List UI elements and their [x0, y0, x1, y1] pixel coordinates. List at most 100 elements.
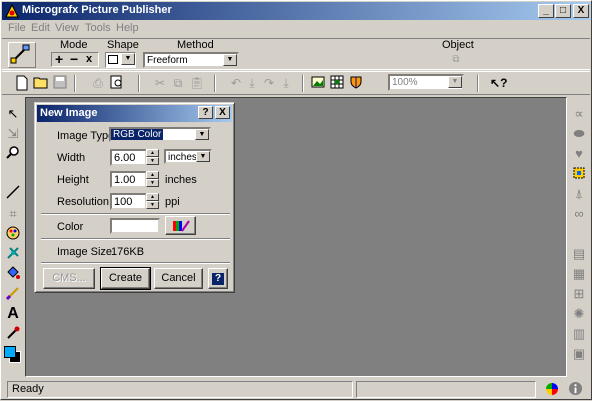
mode-subtract-icon[interactable]: − [70, 51, 78, 67]
cancel-button[interactable]: Cancel [154, 268, 203, 289]
redo-icon[interactable]: ↷ [261, 75, 277, 91]
trash-icon[interactable]: ▣ [570, 345, 588, 363]
zoom-dropdown[interactable]: 100% ▼ [388, 74, 464, 91]
menu-help[interactable]: Help [116, 22, 139, 34]
toolbar-separator [74, 75, 76, 92]
create-button[interactable]: Create [100, 267, 151, 290]
grid-panel-icon[interactable]: ▦ [570, 265, 588, 283]
maximize-button[interactable]: □ [555, 4, 571, 18]
mode-intersect-icon[interactable]: x [86, 53, 92, 65]
effects-tool-icon[interactable] [4, 245, 22, 263]
heart-icon[interactable]: ♥ [570, 145, 588, 163]
text-tool-icon[interactable]: A [4, 305, 22, 323]
help-question-mark: ? [500, 76, 508, 90]
context-help-icon[interactable]: ↖? [490, 75, 508, 91]
crop-tool-icon[interactable]: ⌗ [4, 205, 22, 223]
image-browser-icon[interactable] [310, 75, 326, 91]
foreground-color-swatch[interactable] [4, 346, 16, 358]
paint-palette-icon[interactable] [4, 225, 22, 243]
pointer-tool-icon[interactable]: ↖ [4, 105, 22, 123]
print-icon[interactable]: ⎙ [90, 75, 106, 91]
toolbar-separator [477, 75, 479, 92]
fill-bucket-icon[interactable] [4, 265, 22, 283]
spin-down-icon[interactable]: ▼ [146, 179, 159, 187]
window-title: Micrografx Picture Publisher [22, 4, 172, 16]
align-icon[interactable]: ⊞ [570, 285, 588, 303]
new-file-icon[interactable] [14, 75, 30, 91]
dialog-help-title-button[interactable]: ? [198, 106, 213, 119]
height-input[interactable]: 1.00 [110, 171, 147, 188]
method-dropdown[interactable]: Freeform ▼ [143, 52, 239, 68]
color-swatches[interactable] [3, 345, 23, 365]
status-info-panel [356, 381, 536, 398]
info-icon[interactable] [567, 381, 583, 397]
sun-icon[interactable]: ✺ [570, 305, 588, 323]
chevron-down-icon: ▼ [196, 151, 210, 162]
copy-icon[interactable]: ⧉ [170, 75, 186, 91]
dialog-close-button[interactable]: X [215, 106, 230, 119]
menu-file[interactable]: File [8, 22, 26, 34]
color-picker-button[interactable] [165, 216, 196, 235]
object-icon[interactable]: ⧉ [448, 52, 464, 68]
menu-bar: File Edit View Tools Help [2, 20, 590, 37]
color-swatch[interactable] [110, 218, 160, 234]
zoom-tool-icon[interactable] [4, 145, 22, 163]
menu-edit[interactable]: Edit [31, 22, 50, 34]
print-preview-icon[interactable] [108, 75, 124, 91]
paste-icon[interactable]: 📋︎ [189, 75, 205, 91]
brush-tool-icon[interactable] [4, 285, 22, 303]
open-folder-icon[interactable] [33, 75, 49, 91]
undo-step-icon[interactable]: ⤓ [244, 75, 260, 91]
menu-tools[interactable]: Tools [85, 22, 111, 34]
app-window: Micrografx Picture Publisher _ □ X File … [0, 0, 592, 400]
chevron-down-icon: ▼ [448, 76, 462, 88]
mode-label: Mode [60, 39, 88, 51]
status-text: Ready [12, 383, 44, 395]
width-input[interactable]: 6.00 [110, 149, 147, 166]
redo-step-icon[interactable]: ⤓ [278, 75, 294, 91]
object-select-icon[interactable] [570, 165, 588, 183]
height-unit: inches [165, 174, 197, 186]
spin-up-icon[interactable]: ▲ [146, 193, 159, 201]
mode-add-icon[interactable]: + [55, 51, 63, 67]
spin-up-icon[interactable]: ▲ [146, 171, 159, 179]
tool-options-button[interactable] [8, 42, 36, 68]
minimize-button[interactable]: _ [538, 4, 554, 18]
color-wheel-icon[interactable] [544, 381, 560, 397]
resolution-spinner[interactable]: ▲ ▼ [146, 193, 159, 210]
height-spinner[interactable]: ▲ ▼ [146, 171, 159, 188]
cms-button[interactable]: CMS... [43, 268, 95, 289]
method-label: Method [177, 39, 214, 51]
spin-down-icon[interactable]: ▼ [146, 157, 159, 165]
toolbar-separator [214, 75, 216, 92]
status-bar: Ready [2, 379, 590, 399]
shape-dropdown[interactable]: ▼ [105, 52, 136, 68]
width-label: Width [57, 152, 86, 164]
grid-icon[interactable] [329, 75, 345, 91]
menu-view[interactable]: View [55, 22, 79, 34]
shield-icon[interactable] [348, 75, 364, 91]
resolution-label: Resolution [57, 196, 109, 208]
dialog-help-button[interactable]: ? [208, 268, 228, 289]
eyedropper-icon[interactable] [4, 325, 22, 343]
width-unit-dropdown[interactable]: inches ▼ [164, 149, 212, 164]
cut-icon[interactable]: ✂ [152, 75, 168, 91]
image-size-label: Image Size [57, 246, 113, 258]
width-spinner[interactable]: ▲ ▼ [146, 149, 159, 166]
color-label: Color [57, 221, 84, 233]
spin-up-icon[interactable]: ▲ [146, 149, 159, 157]
fish-icon[interactable]: ∞ [570, 205, 588, 223]
table-icon[interactable]: ▤ [570, 245, 588, 263]
transform-tool-icon[interactable]: ⇲ [4, 125, 22, 143]
layers-icon[interactable]: ⬬ [570, 125, 588, 143]
resolution-input[interactable]: 100 [110, 193, 147, 210]
save-icon[interactable] [52, 75, 68, 91]
close-button[interactable]: X [573, 4, 589, 18]
undo-icon[interactable]: ↶ [228, 75, 244, 91]
line-tool-icon[interactable] [4, 185, 22, 203]
image-type-dropdown[interactable]: RGB Color ▼ [109, 127, 211, 142]
spin-down-icon[interactable]: ▼ [146, 201, 159, 209]
drop-icon[interactable]: ⍋ [570, 185, 588, 203]
histogram-icon[interactable]: ▥ [570, 325, 588, 343]
chain-link-icon[interactable]: ∝ [570, 105, 588, 123]
